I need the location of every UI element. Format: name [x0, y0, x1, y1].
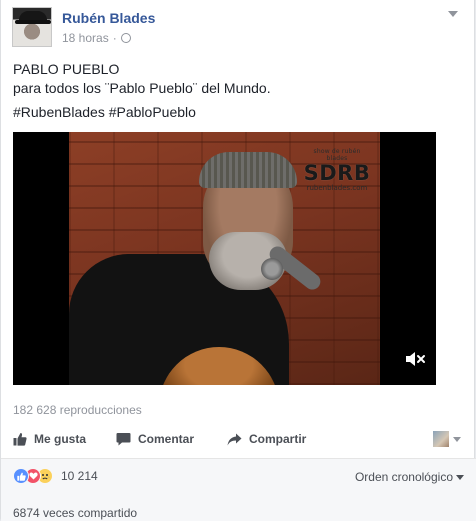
- performer-cap-shape: [199, 152, 297, 188]
- reactions-summary[interactable]: 10 214: [13, 468, 98, 484]
- speaker-muted-icon[interactable]: [404, 350, 426, 368]
- author-name[interactable]: Rubén Blades: [62, 10, 155, 26]
- post-header: Rubén Blades 18 horas ·: [12, 7, 462, 49]
- post-meta: 18 horas ·: [62, 31, 131, 45]
- share-label: Compartir: [249, 432, 307, 446]
- watermark-url: rubenblades.com: [306, 184, 368, 192]
- post-hashtags[interactable]: #RubenBlades #PabloPueblo: [13, 104, 196, 120]
- like-button[interactable]: Me gusta: [13, 432, 86, 446]
- chevron-down-icon[interactable]: [448, 11, 458, 17]
- like-reaction-icon: [13, 468, 29, 484]
- viewer-avatar: [433, 431, 449, 447]
- watermark-caption: show de rubén blades: [313, 148, 361, 162]
- chevron-down-icon: [453, 436, 461, 442]
- post-text-line: PABLO PUEBLO: [13, 61, 120, 77]
- post-card: Rubén Blades 18 horas · PABLO PUEBLO par…: [0, 0, 476, 521]
- author-avatar[interactable]: [12, 7, 52, 47]
- watermark-logo: SDRB: [303, 161, 371, 185]
- share-count[interactable]: 6874 veces compartido: [13, 506, 137, 520]
- meta-separator: ·: [112, 31, 117, 45]
- like-label: Me gusta: [34, 432, 87, 446]
- reaction-count: 10 214: [61, 469, 98, 483]
- post-text-line: para todos los ¨Pablo Pueblo¨ del Mundo.: [13, 80, 271, 96]
- share-arrow-icon: [227, 433, 242, 446]
- speech-bubble-icon: [116, 432, 131, 446]
- post-actions: Me gusta Comentar Compartir: [13, 426, 465, 458]
- view-count: 182 628 reproducciones: [13, 403, 142, 417]
- post-as-switcher[interactable]: [433, 431, 461, 447]
- comment-order-dropdown[interactable]: Orden cronológico: [355, 470, 464, 484]
- video-watermark: show de rubén blades SDRB rubenblades.co…: [302, 148, 372, 192]
- globe-icon: [120, 33, 131, 43]
- avatar-hat-brim-shape: [15, 20, 51, 24]
- comment-button[interactable]: Comentar: [116, 432, 194, 446]
- post-body: PABLO PUEBLO para todos los ¨Pablo Puebl…: [13, 60, 271, 98]
- video-frame: show de rubén blades SDRB rubenblades.co…: [69, 132, 380, 385]
- comment-label: Comentar: [138, 432, 195, 446]
- thumbs-up-icon: [13, 432, 27, 446]
- chevron-down-icon: [456, 474, 464, 480]
- share-button[interactable]: Compartir: [227, 432, 306, 446]
- post-timestamp[interactable]: 18 horas: [62, 31, 109, 45]
- comment-order-label: Orden cronológico: [354, 470, 453, 484]
- video-player[interactable]: show de rubén blades SDRB rubenblades.co…: [13, 132, 436, 385]
- post-footer: 10 214 Orden cronológico 6874 veces comp…: [1, 459, 476, 521]
- microphone-head-shape: [261, 258, 283, 280]
